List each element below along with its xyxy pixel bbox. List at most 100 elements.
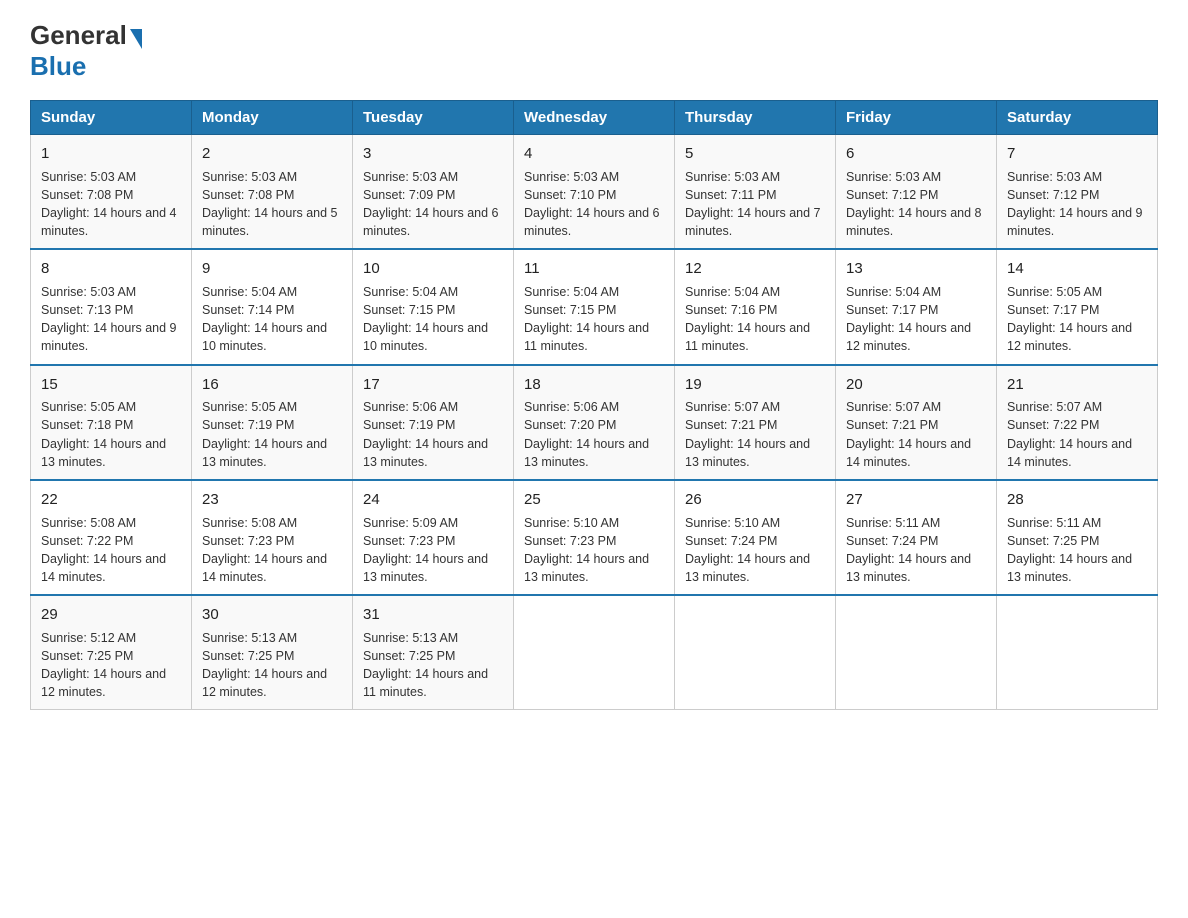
calendar-cell: 20Sunrise: 5:07 AMSunset: 7:21 PMDayligh…	[836, 365, 997, 480]
day-info: Sunrise: 5:03 AMSunset: 7:12 PMDaylight:…	[846, 168, 986, 241]
day-number: 13	[846, 258, 986, 280]
calendar-cell: 25 Sunrise: 5:10 AMSunset: 7:23 PMDayligh…	[514, 480, 675, 595]
day-number: 28	[1007, 489, 1147, 511]
day-number: 11	[524, 258, 664, 280]
day-number: 14	[1007, 258, 1147, 280]
calendar-cell: 18Sunrise: 5:06 AMSunset: 7:20 PMDayligh…	[514, 365, 675, 480]
day-info: Sunrise: 5:03 AMSunset: 7:13 PMDaylight:…	[41, 283, 181, 356]
calendar-week-row: 22 Sunrise: 5:08 AMSunset: 7:22 PMDayligh…	[31, 480, 1158, 595]
day-number: 23	[202, 489, 342, 511]
day-info: Sunrise: 5:03 AMSunset: 7:11 PMDaylight:…	[685, 168, 825, 241]
day-number: 8	[41, 258, 181, 280]
day-info: Sunrise: 5:10 AMSunset: 7:23 PMDaylight:…	[524, 514, 664, 587]
day-info: Sunrise: 5:10 AMSunset: 7:24 PMDaylight:…	[685, 514, 825, 587]
calendar-cell	[675, 595, 836, 710]
day-info: Sunrise: 5:03 AMSunset: 7:12 PMDaylight:…	[1007, 168, 1147, 241]
calendar-cell: 10 Sunrise: 5:04 AMSunset: 7:15 PMDayligh…	[353, 249, 514, 364]
page-header: General Blue	[30, 20, 1158, 82]
calendar-cell: 27Sunrise: 5:11 AMSunset: 7:24 PMDayligh…	[836, 480, 997, 595]
day-info: Sunrise: 5:13 AMSunset: 7:25 PMDaylight:…	[363, 629, 503, 702]
day-info: Sunrise: 5:04 AMSunset: 7:15 PMDaylight:…	[363, 283, 503, 356]
calendar-week-row: 8 Sunrise: 5:03 AMSunset: 7:13 PMDaylight…	[31, 249, 1158, 364]
day-info: Sunrise: 5:13 AMSunset: 7:25 PMDaylight:…	[202, 629, 342, 702]
day-info: Sunrise: 5:04 AMSunset: 7:15 PMDaylight:…	[524, 283, 664, 356]
day-info: Sunrise: 5:06 AMSunset: 7:19 PMDaylight:…	[363, 398, 503, 471]
day-number: 2	[202, 143, 342, 165]
calendar-table: SundayMondayTuesdayWednesdayThursdayFrid…	[30, 100, 1158, 710]
calendar-cell: 12 Sunrise: 5:04 AMSunset: 7:16 PMDayligh…	[675, 249, 836, 364]
weekday-header-monday: Monday	[192, 101, 353, 135]
calendar-cell: 11 Sunrise: 5:04 AMSunset: 7:15 PMDayligh…	[514, 249, 675, 364]
calendar-cell: 13 Sunrise: 5:04 AMSunset: 7:17 PMDayligh…	[836, 249, 997, 364]
calendar-week-row: 15Sunrise: 5:05 AMSunset: 7:18 PMDayligh…	[31, 365, 1158, 480]
day-number: 3	[363, 143, 503, 165]
day-number: 21	[1007, 374, 1147, 396]
day-number: 17	[363, 374, 503, 396]
calendar-cell	[514, 595, 675, 710]
weekday-header-friday: Friday	[836, 101, 997, 135]
day-number: 25	[524, 489, 664, 511]
calendar-cell: 17Sunrise: 5:06 AMSunset: 7:19 PMDayligh…	[353, 365, 514, 480]
day-info: Sunrise: 5:04 AMSunset: 7:14 PMDaylight:…	[202, 283, 342, 356]
day-number: 9	[202, 258, 342, 280]
calendar-cell: 3 Sunrise: 5:03 AMSunset: 7:09 PMDaylight…	[353, 135, 514, 250]
day-number: 29	[41, 604, 181, 626]
calendar-cell: 19Sunrise: 5:07 AMSunset: 7:21 PMDayligh…	[675, 365, 836, 480]
day-number: 12	[685, 258, 825, 280]
day-info: Sunrise: 5:04 AMSunset: 7:17 PMDaylight:…	[846, 283, 986, 356]
day-number: 31	[363, 604, 503, 626]
calendar-cell: 9 Sunrise: 5:04 AMSunset: 7:14 PMDaylight…	[192, 249, 353, 364]
day-info: Sunrise: 5:12 AMSunset: 7:25 PMDaylight:…	[41, 629, 181, 702]
weekday-header-wednesday: Wednesday	[514, 101, 675, 135]
day-info: Sunrise: 5:07 AMSunset: 7:21 PMDaylight:…	[846, 398, 986, 471]
weekday-header-thursday: Thursday	[675, 101, 836, 135]
day-info: Sunrise: 5:05 AMSunset: 7:19 PMDaylight:…	[202, 398, 342, 471]
day-info: Sunrise: 5:03 AMSunset: 7:10 PMDaylight:…	[524, 168, 664, 241]
day-number: 18	[524, 374, 664, 396]
calendar-cell: 14 Sunrise: 5:05 AMSunset: 7:17 PMDayligh…	[997, 249, 1158, 364]
day-info: Sunrise: 5:11 AMSunset: 7:24 PMDaylight:…	[846, 514, 986, 587]
day-info: Sunrise: 5:07 AMSunset: 7:22 PMDaylight:…	[1007, 398, 1147, 471]
day-number: 7	[1007, 143, 1147, 165]
day-number: 16	[202, 374, 342, 396]
day-number: 5	[685, 143, 825, 165]
day-number: 4	[524, 143, 664, 165]
logo: General Blue	[30, 20, 142, 82]
weekday-header-row: SundayMondayTuesdayWednesdayThursdayFrid…	[31, 101, 1158, 135]
day-info: Sunrise: 5:03 AMSunset: 7:08 PMDaylight:…	[202, 168, 342, 241]
calendar-week-row: 29 Sunrise: 5:12 AMSunset: 7:25 PMDayligh…	[31, 595, 1158, 710]
calendar-cell: 30 Sunrise: 5:13 AMSunset: 7:25 PMDayligh…	[192, 595, 353, 710]
calendar-cell: 15Sunrise: 5:05 AMSunset: 7:18 PMDayligh…	[31, 365, 192, 480]
day-info: Sunrise: 5:03 AMSunset: 7:08 PMDaylight:…	[41, 168, 181, 241]
calendar-cell	[836, 595, 997, 710]
day-info: Sunrise: 5:07 AMSunset: 7:21 PMDaylight:…	[685, 398, 825, 471]
calendar-cell: 23 Sunrise: 5:08 AMSunset: 7:23 PMDayligh…	[192, 480, 353, 595]
calendar-week-row: 1Sunrise: 5:03 AMSunset: 7:08 PMDaylight…	[31, 135, 1158, 250]
calendar-cell: 26 Sunrise: 5:10 AMSunset: 7:24 PMDayligh…	[675, 480, 836, 595]
day-info: Sunrise: 5:06 AMSunset: 7:20 PMDaylight:…	[524, 398, 664, 471]
calendar-cell: 5 Sunrise: 5:03 AMSunset: 7:11 PMDaylight…	[675, 135, 836, 250]
day-number: 6	[846, 143, 986, 165]
day-number: 15	[41, 374, 181, 396]
day-info: Sunrise: 5:05 AMSunset: 7:17 PMDaylight:…	[1007, 283, 1147, 356]
day-number: 10	[363, 258, 503, 280]
day-number: 22	[41, 489, 181, 511]
day-info: Sunrise: 5:08 AMSunset: 7:22 PMDaylight:…	[41, 514, 181, 587]
calendar-cell: 2 Sunrise: 5:03 AMSunset: 7:08 PMDaylight…	[192, 135, 353, 250]
day-number: 24	[363, 489, 503, 511]
day-info: Sunrise: 5:05 AMSunset: 7:18 PMDaylight:…	[41, 398, 181, 471]
calendar-cell: 7 Sunrise: 5:03 AMSunset: 7:12 PMDaylight…	[997, 135, 1158, 250]
calendar-cell: 28Sunrise: 5:11 AMSunset: 7:25 PMDayligh…	[997, 480, 1158, 595]
calendar-cell: 8 Sunrise: 5:03 AMSunset: 7:13 PMDaylight…	[31, 249, 192, 364]
calendar-cell: 16Sunrise: 5:05 AMSunset: 7:19 PMDayligh…	[192, 365, 353, 480]
day-info: Sunrise: 5:03 AMSunset: 7:09 PMDaylight:…	[363, 168, 503, 241]
day-info: Sunrise: 5:09 AMSunset: 7:23 PMDaylight:…	[363, 514, 503, 587]
day-info: Sunrise: 5:04 AMSunset: 7:16 PMDaylight:…	[685, 283, 825, 356]
day-number: 26	[685, 489, 825, 511]
day-info: Sunrise: 5:08 AMSunset: 7:23 PMDaylight:…	[202, 514, 342, 587]
logo-triangle-icon	[130, 29, 142, 49]
logo-blue-text: Blue	[30, 51, 86, 82]
weekday-header-saturday: Saturday	[997, 101, 1158, 135]
day-number: 30	[202, 604, 342, 626]
calendar-cell: 1Sunrise: 5:03 AMSunset: 7:08 PMDaylight…	[31, 135, 192, 250]
